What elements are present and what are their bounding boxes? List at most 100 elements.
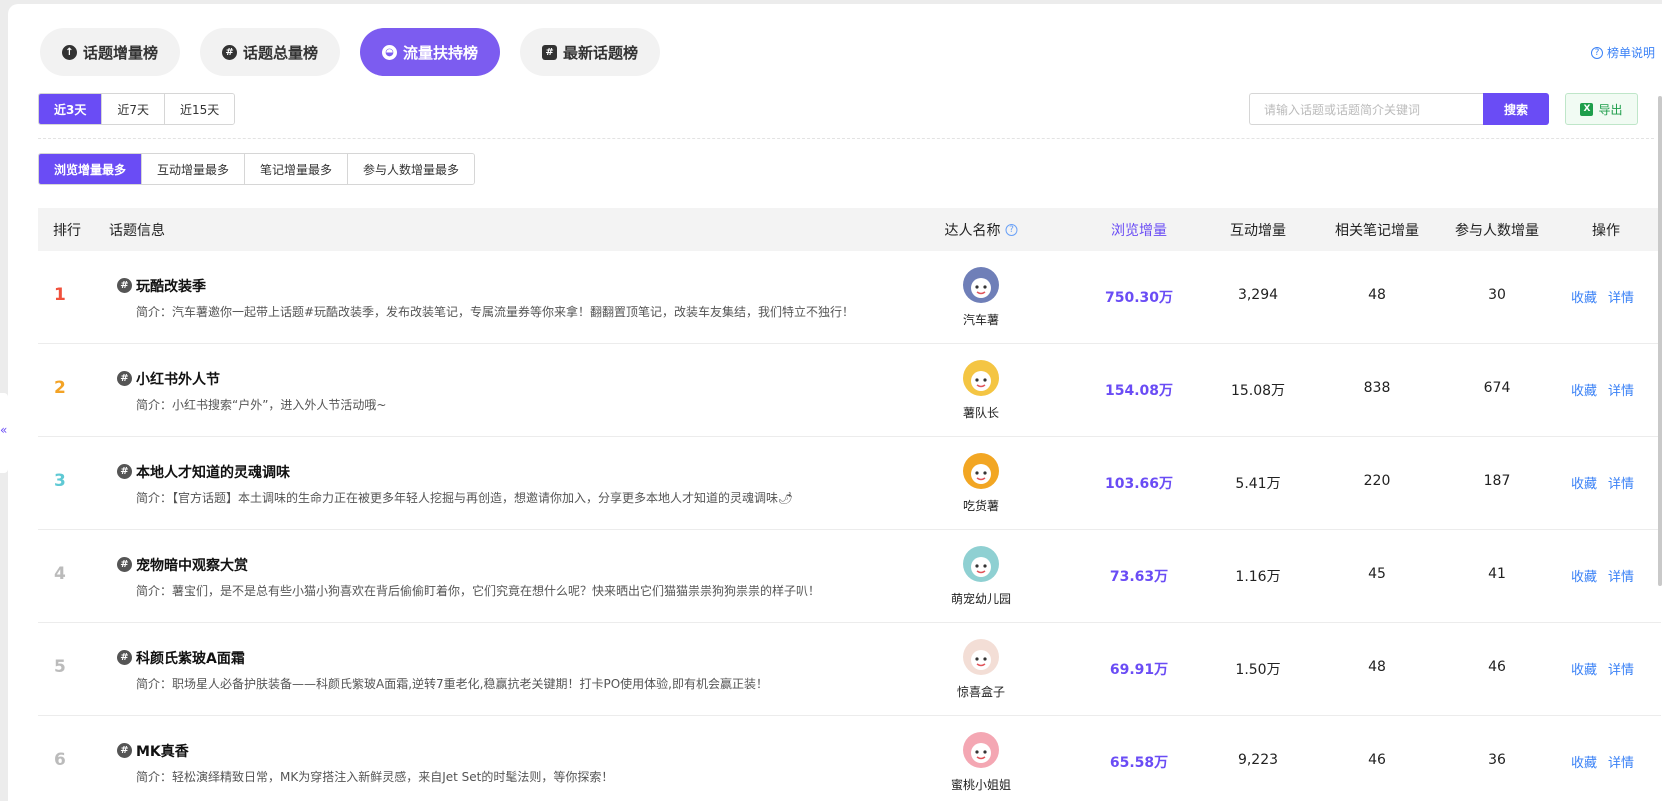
topic-description: 简介：【官方话题】本土调味的生命力正在被更多年轻人挖掘与再创造，想邀请你加入，分… [136,491,794,505]
collect-button[interactable]: 收藏 [1571,380,1597,399]
detail-button[interactable]: 详情 [1608,287,1634,306]
col-views[interactable]: 浏览增量 [1111,208,1167,251]
tab-traffic-support[interactable]: ◒ 流量扶持榜 [360,28,501,76]
tab-topic-increment[interactable]: ↑ 话题增量榜 [40,28,181,76]
creator-name[interactable]: 吃货薯 [963,497,999,514]
question-icon: ? [1590,46,1603,59]
topic-title[interactable]: MK真香 [136,741,189,761]
creator-name[interactable]: 蜜桃小姐姐 [951,776,1011,793]
hash-icon: # [117,278,132,293]
ranking-help-link[interactable]: ? 榜单说明 [1590,44,1655,61]
question-icon[interactable]: ? [1005,223,1018,236]
table-row: 2 # 小红书外人节 简介：小红书搜索“户外”，进入外人节活动哦~ 薯队长 15… [38,344,1661,437]
avatar[interactable] [963,732,999,768]
topic-description: 简介：职场星人必备护肤装备——科颜氏紫玻A面霜,逆转7重老化,稳赢抗老关键期！打… [136,677,768,691]
table-row: 6 # MK真香 简介：轻松演绎精致日常，MK为穿搭注入新鲜灵感，来自Jet S… [38,716,1661,801]
views-increment: 154.08万 [1104,383,1174,399]
collect-button[interactable]: 收藏 [1571,659,1597,678]
participants-increment: 46 [1488,659,1506,675]
views-increment: 69.91万 [1109,662,1169,678]
topic-title[interactable]: 玩酷改装季 [136,276,206,296]
notes-increment: 46 [1368,752,1386,768]
export-button[interactable]: X 导出 [1565,93,1638,125]
notes-increment: 220 [1363,473,1391,489]
interactions-increment: 9,223 [1237,752,1279,768]
ranking-panel: ↑ 话题增量榜 # 话题总量榜 ◒ 流量扶持榜 # 最新话题榜 ? 榜单说明 近3天 近7… [8,4,1662,801]
rank-number: 2 [54,378,66,398]
sort-participants[interactable]: 参与人数增量最多 [347,154,475,184]
table-row: 3 # 本地人才知道的灵魂调味 简介：【官方话题】本土调味的生命力正在被更多年轻… [38,437,1661,530]
creator-name[interactable]: 薯队长 [963,404,999,421]
notes-increment: 48 [1368,659,1386,675]
time-range-7d[interactable]: 近7天 [101,94,164,124]
sort-views[interactable]: 浏览增量最多 [39,154,142,184]
collect-button[interactable]: 收藏 [1571,752,1597,771]
collect-button[interactable]: 收藏 [1571,566,1597,585]
notes-increment: 45 [1368,566,1386,582]
col-participants[interactable]: 参与人数增量 [1455,208,1539,251]
hash-icon: # [117,650,132,665]
avatar[interactable] [963,546,999,582]
rank-number: 5 [54,657,66,677]
excel-icon: X [1580,102,1594,116]
table-header: 排行 话题信息 达人名称? 浏览增量 互动增量 相关笔记增量 参与人数增量 操作 [38,208,1661,251]
detail-button[interactable]: 详情 [1608,752,1634,771]
topic-title[interactable]: 本地人才知道的灵魂调味 [136,462,290,482]
search-bar: 请输入话题或话题简介关键词 搜索 [1249,93,1549,125]
sort-interactions[interactable]: 互动增量最多 [141,154,245,184]
views-increment: 65.58万 [1109,755,1169,771]
col-creator: 达人名称? [945,208,1018,251]
topic-title[interactable]: 宠物暗中观察大赏 [136,555,248,575]
avatar[interactable] [963,453,999,489]
up-arrow-icon: ↑ [62,44,77,60]
detail-button[interactable]: 详情 [1608,473,1634,492]
col-topic: 话题信息 [109,222,165,239]
views-increment: 103.66万 [1104,476,1174,492]
detail-button[interactable]: 详情 [1608,659,1634,678]
hash-icon: # [117,464,132,479]
col-interactions[interactable]: 互动增量 [1230,208,1286,251]
table-row: 4 # 宠物暗中观察大赏 简介：薯宝们，是不是总有些小猫小狗喜欢在背后偷偷盯着你… [38,530,1661,623]
creator-name[interactable]: 惊喜盒子 [957,683,1005,700]
creator-name[interactable]: 汽车薯 [963,311,999,328]
topic-description: 简介：薯宝们，是不是总有些小猫小狗喜欢在背后偷偷盯着你，它们究竟在想什么呢？快来… [136,584,821,598]
tab-topic-total[interactable]: # 话题总量榜 [200,28,341,76]
new-topic-icon: # [542,44,558,60]
hash-icon: # [117,371,132,386]
time-range-3d[interactable]: 近3天 [39,94,102,124]
topic-title[interactable]: 科颜氏紫玻A面霜 [136,648,245,668]
notes-increment: 48 [1368,287,1386,303]
hash-icon: # [117,557,132,572]
scrollbar[interactable] [1658,96,1662,586]
search-input[interactable]: 请输入话题或话题简介关键词 [1249,93,1483,125]
ranking-tabs: ↑ 话题增量榜 # 话题总量榜 ◒ 流量扶持榜 # 最新话题榜 [40,28,661,76]
col-notes[interactable]: 相关笔记增量 [1335,208,1419,251]
rank-number: 6 [54,750,66,770]
col-actions: 操作 [1592,222,1620,239]
interactions-increment: 3,294 [1237,287,1279,303]
chevron-left-icon: « [0,423,8,437]
topic-description: 简介：汽车薯邀你一起带上话题#玩酷改装季，发布改装笔记，专属流量券等你来拿！翻翻… [136,305,855,319]
sort-selector: 浏览增量最多 互动增量最多 笔记增量最多 参与人数增量最多 [38,153,476,185]
tab-latest-topic[interactable]: # 最新话题榜 [520,28,661,76]
table-row: 1 # 玩酷改装季 简介：汽车薯邀你一起带上话题#玩酷改装季，发布改装笔记，专属… [38,251,1661,344]
collect-button[interactable]: 收藏 [1571,473,1597,492]
sidebar-collapse-handle[interactable]: « [0,393,8,473]
time-range-selector: 近3天 近7天 近15天 [38,93,236,125]
avatar[interactable] [963,267,999,303]
time-range-15d[interactable]: 近15天 [164,94,235,124]
detail-button[interactable]: 详情 [1608,380,1634,399]
topic-description: 简介：小红书搜索“户外”，进入外人节活动哦~ [136,398,387,412]
search-button[interactable]: 搜索 [1483,93,1549,125]
divider [38,138,1654,139]
collect-button[interactable]: 收藏 [1571,287,1597,306]
topic-title[interactable]: 小红书外人节 [136,369,220,389]
avatar[interactable] [963,639,999,675]
hash-icon: # [117,743,132,758]
rank-number: 3 [54,471,66,491]
detail-button[interactable]: 详情 [1608,566,1634,585]
avatar[interactable] [963,360,999,396]
sort-notes[interactable]: 笔记增量最多 [244,154,348,184]
creator-name[interactable]: 萌宠幼儿园 [951,590,1011,607]
interactions-increment: 5.41万 [1235,476,1281,492]
